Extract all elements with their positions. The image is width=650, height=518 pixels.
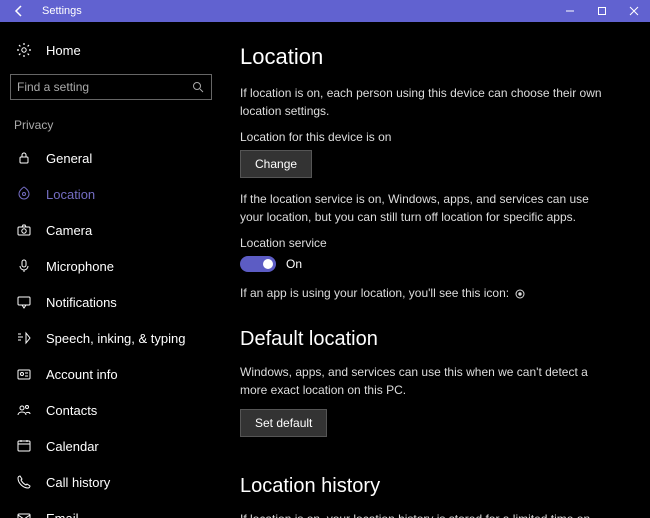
sidebar-item-speech[interactable]: Speech, inking, & typing (0, 320, 222, 356)
home-link[interactable]: Home (0, 40, 222, 74)
sidebar-item-general[interactable]: General (0, 140, 222, 176)
phone-icon (14, 472, 34, 492)
home-label: Home (46, 43, 81, 58)
minimize-button[interactable] (554, 0, 586, 22)
device-status: Location for this device is on (240, 130, 628, 144)
location-service-toggle[interactable]: On (240, 256, 628, 272)
sidebar-item-contacts[interactable]: Contacts (0, 392, 222, 428)
sidebar-item-label: Calendar (46, 439, 99, 454)
sidebar-item-email[interactable]: Email (0, 500, 222, 518)
default-location-heading: Default location (240, 328, 628, 351)
service-text: If the location service is on, Windows, … (240, 190, 610, 226)
sidebar-item-camera[interactable]: Camera (0, 212, 222, 248)
close-button[interactable] (618, 0, 650, 22)
default-text: Windows, apps, and services can use this… (240, 363, 610, 399)
change-button[interactable]: Change (240, 150, 312, 178)
sidebar-item-label: Microphone (46, 259, 114, 274)
search-icon (191, 80, 205, 94)
email-icon (14, 508, 34, 518)
toggle-state: On (286, 257, 302, 271)
sidebar: Home Privacy General Location Camera Mic… (0, 22, 222, 518)
camera-icon (14, 220, 34, 240)
sidebar-item-callhistory[interactable]: Call history (0, 464, 222, 500)
sidebar-item-calendar[interactable]: Calendar (0, 428, 222, 464)
sidebar-item-location[interactable]: Location (0, 176, 222, 212)
sidebar-item-label: Notifications (46, 295, 117, 310)
sidebar-item-label: Speech, inking, & typing (46, 331, 185, 346)
account-icon (14, 364, 34, 384)
sidebar-item-label: Camera (46, 223, 92, 238)
page-title: Location (240, 44, 628, 70)
location-indicator-icon (514, 288, 526, 300)
search-input[interactable] (17, 80, 191, 94)
calendar-icon (14, 436, 34, 456)
search-box[interactable] (10, 74, 212, 100)
lock-icon (14, 148, 34, 168)
location-icon (14, 184, 34, 204)
contacts-icon (14, 400, 34, 420)
sidebar-item-label: Call history (46, 475, 110, 490)
sidebar-item-label: Email (46, 511, 79, 518)
history-heading: Location history (240, 475, 628, 498)
toggle-track[interactable] (240, 256, 276, 272)
toggle-thumb (263, 259, 273, 269)
speech-icon (14, 328, 34, 348)
set-default-button[interactable]: Set default (240, 409, 327, 437)
back-button[interactable] (8, 0, 30, 22)
intro-text: If location is on, each person using thi… (240, 84, 610, 120)
sidebar-item-account[interactable]: Account info (0, 356, 222, 392)
app-title: Settings (42, 5, 82, 17)
maximize-button[interactable] (586, 0, 618, 22)
titlebar: Settings (0, 0, 650, 22)
sidebar-item-notifications[interactable]: Notifications (0, 284, 222, 320)
history-text: If location is on, your location history… (240, 510, 610, 518)
notifications-icon (14, 292, 34, 312)
service-label: Location service (240, 236, 628, 250)
icon-note: If an app is using your location, you'll… (240, 284, 610, 302)
microphone-icon (14, 256, 34, 276)
sidebar-item-label: Location (46, 187, 95, 202)
group-header: Privacy (0, 118, 222, 140)
sidebar-item-label: General (46, 151, 92, 166)
sidebar-item-microphone[interactable]: Microphone (0, 248, 222, 284)
gear-icon (14, 40, 34, 60)
main-pane: Location If location is on, each person … (222, 22, 650, 518)
sidebar-item-label: Contacts (46, 403, 97, 418)
sidebar-item-label: Account info (46, 367, 118, 382)
